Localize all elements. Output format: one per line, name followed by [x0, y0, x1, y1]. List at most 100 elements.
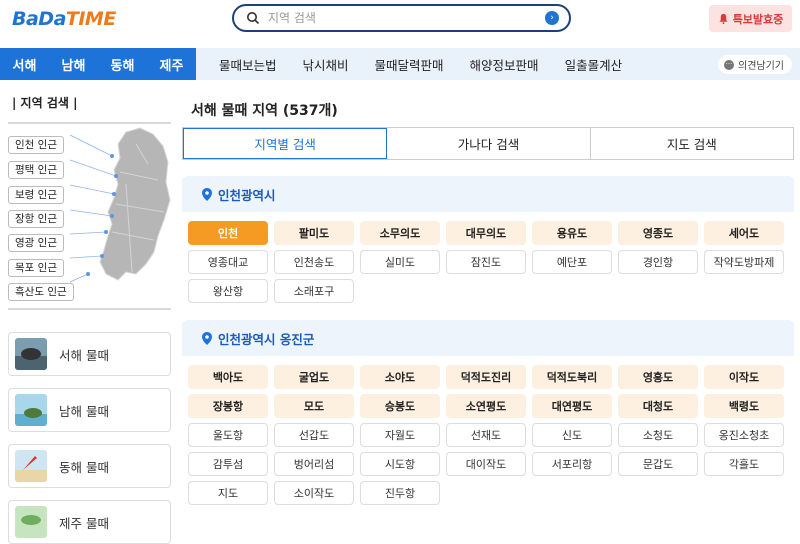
place-chip[interactable]: 장봉항 — [188, 394, 268, 418]
search-mode-tabs: 지역별 검색 가나다 검색 지도 검색 — [182, 127, 794, 160]
place-chip[interactable]: 경인항 — [618, 250, 698, 274]
place-chip[interactable]: 세어도 — [704, 221, 784, 245]
place-chip[interactable]: 소무의도 — [360, 221, 440, 245]
alert-button[interactable]: 특보발효중 — [709, 5, 792, 32]
sea-card-label: 남해 물때 — [59, 403, 109, 419]
region-name: 인천광역시 옹진군 — [218, 331, 315, 347]
place-chip[interactable]: 대무의도 — [446, 221, 526, 245]
sea-tab-jeju[interactable]: 제주 — [147, 48, 196, 80]
logo-part2: TIME — [65, 8, 116, 30]
place-chip[interactable]: 작약도방파제 — [704, 250, 784, 274]
place-chip[interactable]: 영종대교 — [188, 250, 268, 274]
place-chip[interactable]: 각흘도 — [704, 452, 784, 476]
east-sea-thumbnail-icon — [15, 450, 47, 482]
place-chip[interactable]: 덕적도북리 — [532, 365, 612, 389]
place-chip[interactable]: 모도 — [274, 394, 354, 418]
menu-item-guide[interactable]: 물때보는법 — [206, 48, 290, 80]
sea-tab-west[interactable]: 서해 — [0, 48, 49, 80]
sea-tabs: 서해 남해 동해 제주 — [0, 48, 196, 80]
place-chip[interactable]: 대이작도 — [446, 452, 526, 476]
place-chip[interactable]: 대연평도 — [532, 394, 612, 418]
place-chip[interactable]: 덕적도진리 — [446, 365, 526, 389]
feedback-button[interactable]: ··· 의견남기기 — [718, 55, 792, 74]
place-chip[interactable]: 인천 — [188, 221, 268, 245]
place-chip[interactable]: 문갑도 — [618, 452, 698, 476]
region-name: 인천광역시 — [218, 187, 276, 203]
sea-card-label: 동해 물때 — [59, 459, 109, 475]
menu-item-calendar-sale[interactable]: 물때달력판매 — [362, 48, 457, 80]
menu-item-sunrise-calc[interactable]: 일출몰계산 — [552, 48, 636, 80]
place-chip[interactable]: 용유도 — [532, 221, 612, 245]
place-chip[interactable]: 소래포구 — [274, 279, 354, 303]
place-chip[interactable]: 실미도 — [360, 250, 440, 274]
header: BaDaTIME › 특보발효중 — [0, 0, 800, 48]
place-chip[interactable]: 벙어리섬 — [274, 452, 354, 476]
sidebar-title: | 지역 검색 | — [12, 96, 78, 110]
map-label-pyeongtaek[interactable]: 평택 인근 — [8, 161, 64, 179]
sea-card-south[interactable]: 남해 물때 — [8, 388, 171, 432]
place-chip[interactable]: 왕산항 — [188, 279, 268, 303]
sea-card-label: 제주 물때 — [59, 515, 109, 531]
place-chip[interactable]: 백아도 — [188, 365, 268, 389]
more-dots-icon: ··· — [724, 59, 734, 70]
sea-tab-south[interactable]: 남해 — [49, 48, 98, 80]
divider — [8, 308, 171, 310]
region-section: 인천광역시 옹진군 백아도 굴업도 소야도 덕적도진리 덕적도북리 영흥도 이작도장봉항 모도… — [182, 320, 794, 505]
place-grid: 인천 팔미도 소무의도 대무의도 용유도 영종도 세어도영종대교 인천송도 실미도 잠진도 예단포 경… — [182, 212, 794, 303]
feedback-label: 의견남기기 — [738, 61, 784, 72]
map-label-janghang[interactable]: 장항 인근 — [8, 210, 64, 228]
place-chip[interactable]: 지도 — [188, 481, 268, 505]
logo[interactable]: BaDaTIME — [12, 8, 116, 30]
place-chip[interactable]: 이작도 — [704, 365, 784, 389]
place-chip[interactable]: 승봉도 — [360, 394, 440, 418]
place-chip[interactable]: 감투섬 — [188, 452, 268, 476]
place-chip[interactable]: 소연평도 — [446, 394, 526, 418]
place-chip[interactable]: 자월도 — [360, 423, 440, 447]
place-chip[interactable]: 팔미도 — [274, 221, 354, 245]
place-chip[interactable]: 소야도 — [360, 365, 440, 389]
tab-map-search[interactable]: 지도 검색 — [591, 128, 793, 159]
sea-card-west[interactable]: 서해 물때 — [8, 332, 171, 376]
map-label-mokpo[interactable]: 목포 인근 — [8, 259, 64, 277]
location-pin-icon — [202, 187, 212, 201]
menu-item-ocean-info-sale[interactable]: 해양정보판매 — [457, 48, 552, 80]
region-map: 인천 인근 평택 인근 보령 인근 장항 인근 영광 인근 목포 인근 흑산도 … — [8, 124, 171, 304]
place-chip[interactable]: 영흥도 — [618, 365, 698, 389]
place-chip[interactable]: 선갑도 — [274, 423, 354, 447]
map-label-boryeong[interactable]: 보령 인근 — [8, 186, 64, 204]
sea-card-east[interactable]: 동해 물때 — [8, 444, 171, 488]
map-label-yeonggwang[interactable]: 영광 인근 — [8, 234, 64, 252]
bell-icon — [719, 13, 728, 24]
place-chip[interactable]: 진두항 — [360, 481, 440, 505]
place-chip[interactable]: 옹진소청초 — [704, 423, 784, 447]
place-chip[interactable]: 백령도 — [704, 394, 784, 418]
place-chip[interactable]: 인천송도 — [274, 250, 354, 274]
place-chip[interactable]: 예단포 — [532, 250, 612, 274]
tab-alphabetical-search[interactable]: 가나다 검색 — [387, 128, 591, 159]
search-submit-icon[interactable]: › — [545, 11, 559, 25]
sea-tab-east[interactable]: 동해 — [98, 48, 147, 80]
jeju-sea-thumbnail-icon — [15, 506, 47, 538]
map-label-heuksando[interactable]: 흑산도 인근 — [8, 283, 74, 301]
place-chip[interactable]: 시도항 — [360, 452, 440, 476]
place-chip[interactable]: 소이작도 — [274, 481, 354, 505]
search-input[interactable] — [268, 9, 538, 27]
place-chip[interactable]: 선재도 — [446, 423, 526, 447]
sea-card-label: 서해 물때 — [59, 347, 109, 363]
place-chip[interactable]: 영종도 — [618, 221, 698, 245]
menu-item-tackle[interactable]: 낚시채비 — [290, 48, 362, 80]
place-chip[interactable]: 서포리항 — [532, 452, 612, 476]
region-section: 인천광역시 인천 팔미도 소무의도 대무의도 용유도 영종도 세어도영종대교 인천송도 실미도 잠… — [182, 176, 794, 303]
place-chip[interactable]: 잠진도 — [446, 250, 526, 274]
place-chip[interactable]: 대청도 — [618, 394, 698, 418]
tab-region-search[interactable]: 지역별 검색 — [183, 128, 388, 159]
location-pin-icon — [202, 331, 212, 345]
place-chip[interactable]: 굴업도 — [274, 365, 354, 389]
main-menu: 물때보는법 낚시채비 물때달력판매 해양정보판매 일출몰계산 — [206, 48, 635, 80]
place-chip[interactable]: 신도 — [532, 423, 612, 447]
place-chip[interactable]: 소청도 — [618, 423, 698, 447]
sea-card-jeju[interactable]: 제주 물때 — [8, 500, 171, 544]
place-chip[interactable]: 울도항 — [188, 423, 268, 447]
search-icon — [247, 12, 260, 25]
map-label-incheon[interactable]: 인천 인근 — [8, 136, 64, 154]
